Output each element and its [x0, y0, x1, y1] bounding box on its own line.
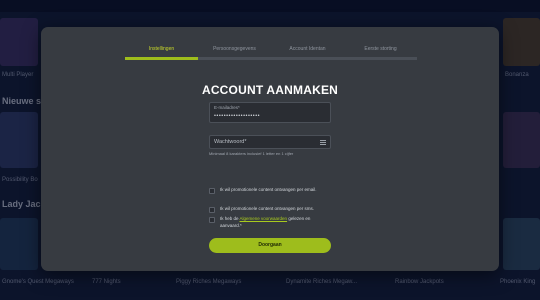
step-account-identan: Account Identan — [271, 44, 344, 60]
registration-modal: Instellingen Persoonsgegevens Account Id… — [41, 27, 499, 271]
password-hint: Minimaal 8 karakters inclusief 1 letter … — [209, 151, 294, 156]
step-bar — [198, 57, 271, 60]
checkbox[interactable] — [209, 217, 215, 223]
checkbox-label: Ik wil promotionele content ontvangen pe… — [220, 206, 315, 211]
step-label: Eerste storting — [364, 46, 397, 52]
password-field[interactable]: Wachtwoord* — [209, 135, 331, 149]
step-bar — [125, 57, 198, 60]
step-persoonsgegevens: Persoonsgegevens — [198, 44, 271, 60]
email-field[interactable]: E-mailadres* ••••••••••••••••••• — [209, 102, 331, 123]
step-bar — [344, 57, 417, 60]
checkbox-label: Ik heb de Algemene voorwaarden gelezen e… — [220, 216, 332, 229]
form-title: ACCOUNT AANMAKEN — [201, 83, 339, 97]
email-value[interactable]: ••••••••••••••••••• — [214, 113, 260, 119]
password-placeholder: Wachtwoord* — [214, 139, 247, 145]
email-label: E-mailadres* — [214, 105, 240, 110]
step-eerste-storting: Eerste storting — [344, 44, 417, 60]
step-instellingen: Instellingen — [125, 44, 198, 60]
terms-text-before: Ik heb de — [220, 216, 240, 221]
terms-link[interactable]: Algemene voorwaarden — [240, 216, 288, 221]
checkbox-label: Ik wil promotionele content ontvangen pe… — [220, 187, 317, 192]
progress-steps: Instellingen Persoonsgegevens Account Id… — [125, 44, 417, 60]
step-bar — [271, 57, 344, 60]
step-label: Account Identan — [289, 46, 326, 52]
continue-button[interactable]: Doorgaan — [209, 238, 331, 253]
checkbox[interactable] — [209, 188, 215, 194]
step-label: Persoonsgegevens — [213, 46, 256, 52]
step-label: Instellingen — [148, 46, 175, 52]
checkbox[interactable] — [209, 207, 215, 213]
show-password-icon[interactable] — [320, 140, 326, 145]
